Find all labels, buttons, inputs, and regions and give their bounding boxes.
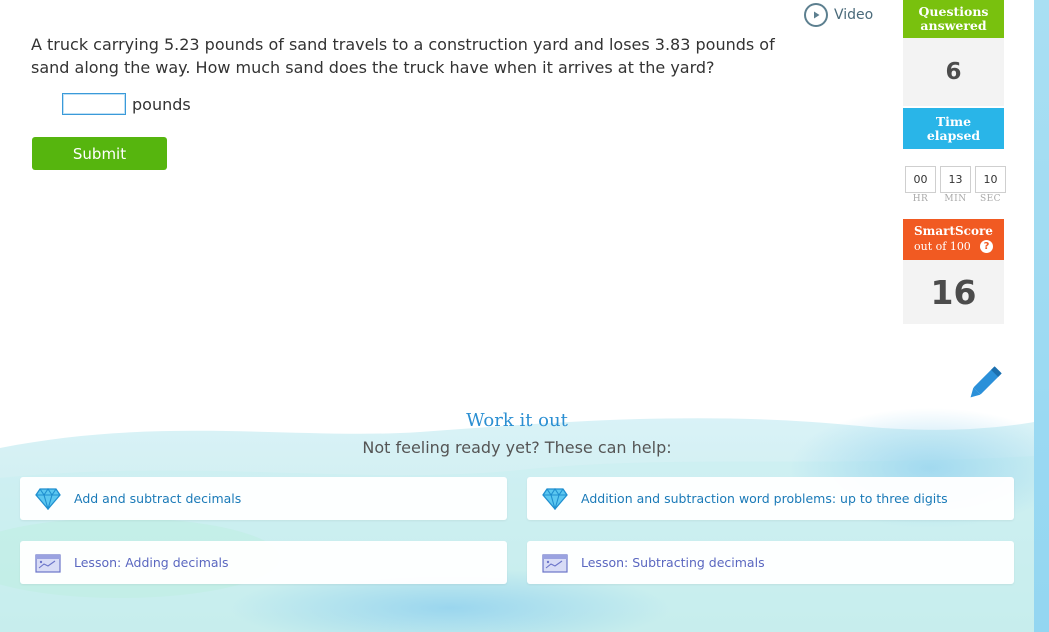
diamond-icon [541,486,569,512]
help-card-label: Lesson: Adding decimals [74,555,229,570]
work-it-out-subtitle: Not feeling ready yet? These can help: [362,438,672,457]
smartscore-sub: out of 100 [914,240,971,253]
timer-seconds: 10 [975,166,1006,193]
play-icon [804,3,828,27]
smartscore-value: 16 [903,260,1004,324]
help-card-lesson-adding-decimals[interactable]: Lesson: Adding decimals [20,541,507,584]
timer: 00 13 10 [905,166,1006,193]
time-elapsed-header: Time elapsed [903,108,1004,149]
smartscore-header: SmartScore out of 100 ? [903,219,1004,260]
help-card-label: Add and subtract decimals [74,491,242,506]
pencil-icon[interactable] [962,362,1006,406]
help-card-word-problems[interactable]: Addition and subtraction word problems: … [527,477,1014,520]
help-icon[interactable]: ? [980,240,993,253]
timer-sec-label: SEC [979,194,1002,204]
video-label: Video [834,7,874,23]
timer-minutes: 13 [940,166,971,193]
submit-button[interactable]: Submit [32,137,167,170]
help-card-label: Lesson: Subtracting decimals [581,555,765,570]
time-elapsed-label-2: elapsed [926,127,981,143]
questions-answered-label-2: answered [920,18,987,33]
question-text: A truck carrying 5.23 pounds of sand tra… [31,35,775,77]
lesson-icon [541,550,569,576]
time-elapsed-label-1: Time [935,113,972,129]
work-it-out-title: Work it out [466,410,568,431]
diamond-icon [34,486,62,512]
help-card-lesson-subtracting-decimals[interactable]: Lesson: Subtracting decimals [527,541,1014,584]
timer-labels: HR MIN SEC [905,194,1006,204]
questions-answered-value: 6 [903,38,1004,106]
timer-min-label: MIN [944,194,967,204]
scrollbar-strip[interactable] [1034,0,1049,632]
lesson-icon [34,550,62,576]
questions-answered-label-1: Questions [918,4,989,19]
answer-row: pounds [62,93,191,115]
help-card-add-subtract-decimals[interactable]: Add and subtract decimals [20,477,507,520]
questions-answered-header: Questions answered [903,0,1004,38]
smartscore-label: SmartScore [914,224,993,238]
timer-hr-label: HR [912,194,929,204]
video-link[interactable]: Video [804,3,873,27]
help-card-label: Addition and subtraction word problems: … [581,491,948,506]
answer-input[interactable] [62,93,126,115]
timer-hours: 00 [905,166,936,193]
answer-unit: pounds [132,94,191,114]
